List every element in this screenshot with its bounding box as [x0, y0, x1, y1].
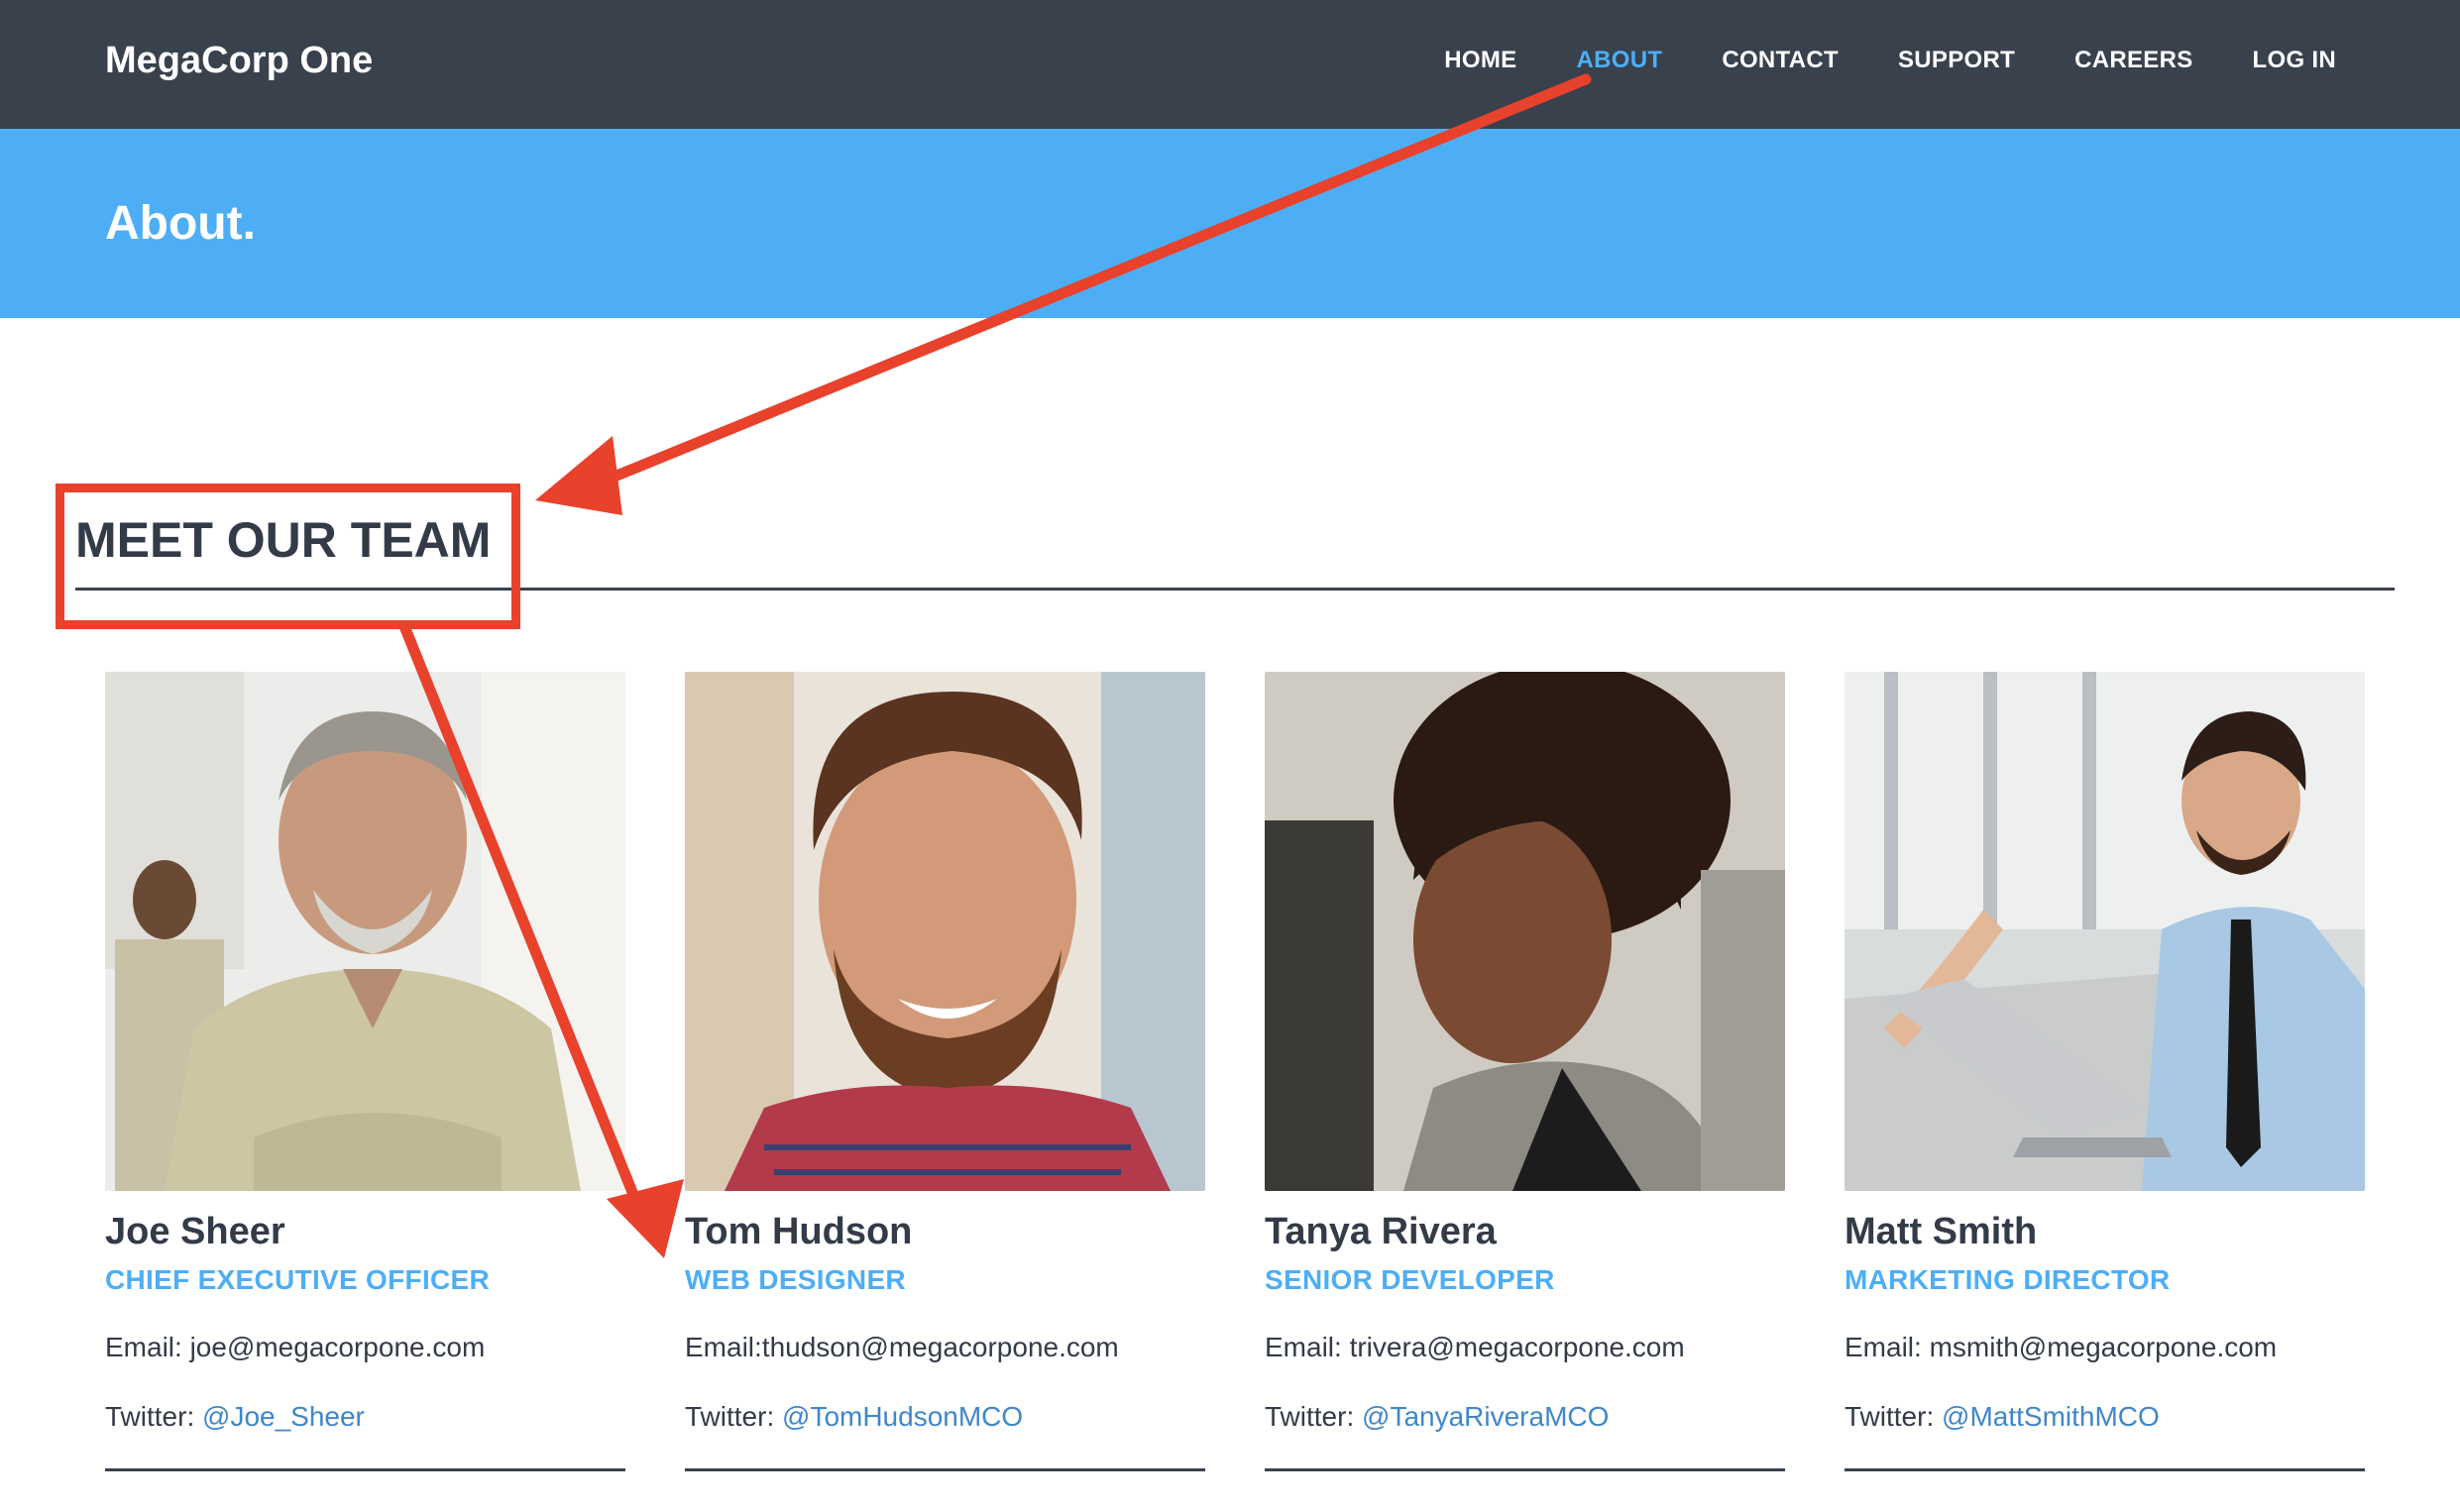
navbar: MegaCorp One HOME ABOUT CONTACT SUPPORT … [0, 0, 2460, 129]
page-title: About. [105, 197, 256, 250]
member-role: CHIEF EXECUTIVE OFFICER [105, 1264, 491, 1295]
nav-careers[interactable]: CAREERS [2074, 47, 2192, 74]
annotation-arrow-head [535, 436, 622, 515]
nav-contact[interactable]: CONTACT [1722, 47, 1839, 74]
twitter-label: Twitter: [1845, 1401, 1943, 1432]
member-photo [1265, 672, 1785, 1191]
member-photo [685, 672, 1205, 1191]
twitter-link[interactable]: @TomHudsonMCO [782, 1401, 1023, 1432]
team-member-card: Tanya Rivera SENIOR DEVELOPER Email: tri… [1265, 672, 1785, 1471]
card-divider [1845, 1468, 2365, 1471]
member-twitter: Twitter: @TanyaRiveraMCO [1265, 1397, 1785, 1437]
card-divider [105, 1468, 625, 1471]
brand-logo[interactable]: MegaCorp One [105, 36, 373, 85]
card-divider [685, 1468, 1205, 1471]
member-twitter: Twitter: @TomHudsonMCO [685, 1397, 1205, 1437]
twitter-link[interactable]: @TanyaRiveraMCO [1362, 1401, 1609, 1432]
member-twitter: Twitter: @MattSmithMCO [1845, 1397, 2365, 1437]
twitter-label: Twitter: [105, 1401, 203, 1432]
member-email: Email: msmith@megacorpone.com [1845, 1332, 2278, 1362]
team-member-card: Joe Sheer CHIEF EXECUTIVE OFFICER Email:… [105, 672, 625, 1471]
twitter-link[interactable]: @MattSmithMCO [1942, 1401, 2160, 1432]
member-email: Email:thudson@megacorpone.com [685, 1332, 1119, 1362]
nav-menu: HOME ABOUT CONTACT SUPPORT CAREERS LOG I… [1444, 36, 2336, 85]
member-name: Tanya Rivera [1265, 1211, 1497, 1252]
team-member-card: Matt Smith MARKETING DIRECTOR Email: msm… [1845, 672, 2365, 1471]
member-role: MARKETING DIRECTOR [1845, 1264, 2171, 1295]
member-photo [1845, 672, 2365, 1191]
twitter-label: Twitter: [1265, 1401, 1363, 1432]
twitter-label: Twitter: [685, 1401, 783, 1432]
nav-log-in[interactable]: LOG IN [2253, 47, 2336, 74]
member-name: Tom Hudson [685, 1211, 913, 1252]
team-member-card: Tom Hudson WEB DESIGNER Email:thudson@me… [685, 672, 1205, 1471]
page-banner: About. [0, 129, 2460, 318]
twitter-link[interactable]: @Joe_Sheer [202, 1401, 365, 1432]
annotation-highlight-box [56, 484, 520, 629]
nav-home[interactable]: HOME [1444, 47, 1516, 74]
member-twitter: Twitter: @Joe_Sheer [105, 1397, 625, 1437]
member-name: Matt Smith [1845, 1211, 2038, 1252]
member-role: SENIOR DEVELOPER [1265, 1264, 1555, 1295]
nav-about[interactable]: ABOUT [1576, 47, 1662, 74]
card-divider [1265, 1468, 1785, 1471]
member-role: WEB DESIGNER [685, 1264, 906, 1295]
member-name: Joe Sheer [105, 1211, 285, 1252]
nav-support[interactable]: SUPPORT [1898, 47, 2015, 74]
member-email: Email: joe@megacorpone.com [105, 1332, 486, 1362]
member-photo [105, 672, 625, 1191]
member-email: Email: trivera@megacorpone.com [1265, 1332, 1685, 1362]
